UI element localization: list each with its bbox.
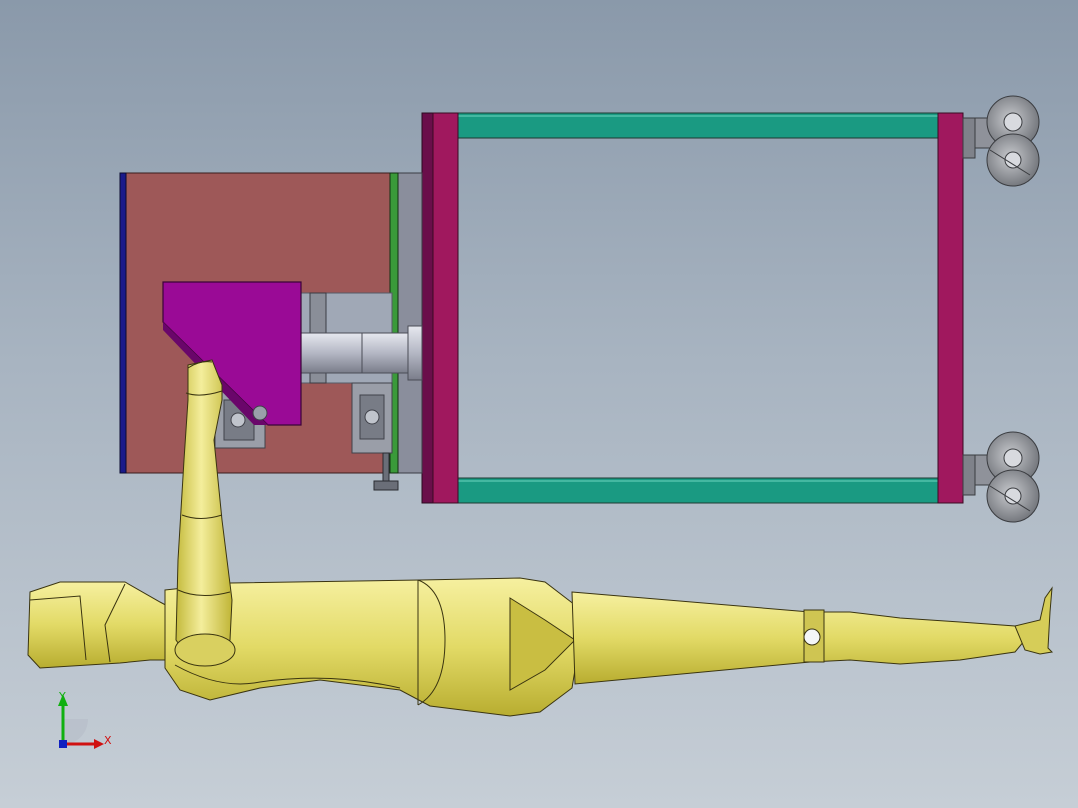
shaft[interactable] [297,325,423,381]
robot-forearm [571,591,1026,685]
extrusion-clamp-right [351,382,399,491]
caster-bottom[interactable] [962,431,1040,523]
z-axis-marker [59,740,67,748]
cart-left-edge [421,112,435,504]
forearm-joint-hole [803,628,821,646]
model-canvas[interactable]: X Y [0,0,1078,808]
y-axis-label: Y [58,690,66,703]
cart-right-upright [937,112,964,504]
cart-left-upright [432,112,459,504]
plate-blue-edge [119,172,127,474]
robot-base [27,581,176,669]
cart-bottom-rail [439,477,961,504]
axis-triad: X Y [58,690,112,749]
cad-viewport[interactable]: X Y [0,0,1078,808]
cart-assembly[interactable] [421,112,964,504]
caster-top[interactable] [962,95,1040,187]
cart-top-rail [439,112,961,139]
x-axis-label: X [104,734,112,747]
elbow-joint [174,633,236,667]
